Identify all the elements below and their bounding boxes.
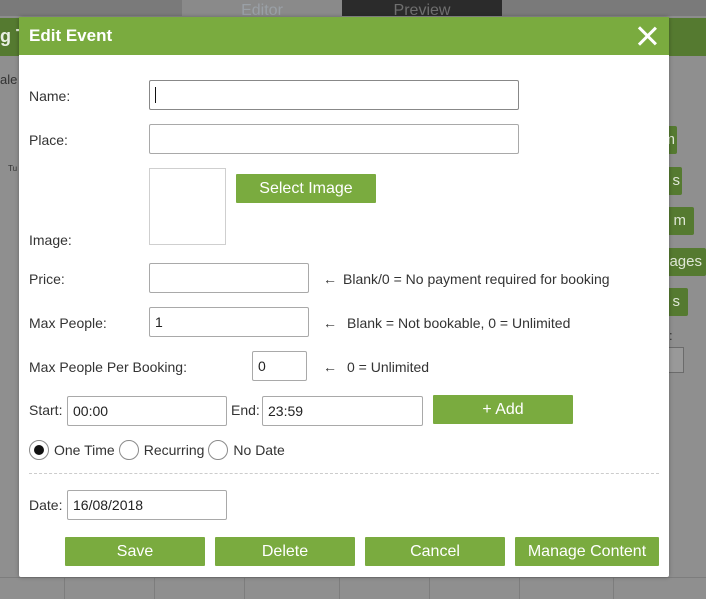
max-people-hint: ← Blank = Not bookable, 0 = Unlimited xyxy=(323,315,570,331)
left-arrow-icon: ← xyxy=(323,271,337,287)
radio-one-time[interactable]: One Time xyxy=(29,440,115,460)
price-hint-text: Blank/0 = No payment required for bookin… xyxy=(343,271,610,287)
background-tab-preview: Preview xyxy=(342,0,502,16)
dialog-header: Edit Event xyxy=(19,17,669,55)
place-input[interactable] xyxy=(149,124,519,154)
radio-one-time-label: One Time xyxy=(54,442,115,458)
end-label: End: xyxy=(231,402,260,418)
price-input[interactable] xyxy=(149,263,309,293)
image-preview xyxy=(149,168,226,245)
radio-no-date[interactable]: No Date xyxy=(208,440,285,460)
radio-button-checked[interactable] xyxy=(29,440,49,460)
radio-button[interactable] xyxy=(208,440,229,460)
cancel-button[interactable]: Cancel xyxy=(365,537,505,566)
delete-button[interactable]: Delete xyxy=(215,537,355,566)
radio-button[interactable] xyxy=(118,440,139,460)
select-image-button[interactable]: Select Image xyxy=(236,174,376,203)
price-label: Price: xyxy=(29,271,65,287)
background-left-tiny-text: Tu xyxy=(8,164,18,173)
manage-content-button[interactable]: Manage Content xyxy=(515,537,659,566)
background-bottom-row xyxy=(0,577,706,599)
max-people-hint-text: Blank = Not bookable, 0 = Unlimited xyxy=(347,315,571,331)
max-people-input[interactable] xyxy=(149,307,309,337)
max-per-booking-input[interactable] xyxy=(252,351,307,381)
save-button[interactable]: Save xyxy=(65,537,205,566)
price-hint: ← Blank/0 = No payment required for booki… xyxy=(323,271,610,287)
radio-no-date-label: No Date xyxy=(233,442,285,458)
background-grid-line xyxy=(64,577,65,599)
background-grid-line xyxy=(519,577,520,599)
image-label: Image: xyxy=(29,232,72,248)
date-input[interactable] xyxy=(67,490,227,520)
left-arrow-icon: ← xyxy=(323,359,337,375)
background-left-text: ale xyxy=(0,72,18,87)
background-left-panel xyxy=(0,56,20,599)
background-tab-editor: Editor xyxy=(182,0,342,16)
name-input[interactable] xyxy=(149,80,519,110)
radio-recurring[interactable]: Recurring xyxy=(118,440,205,460)
edit-event-dialog: Edit Event Name: Place: Select Image Ima… xyxy=(19,17,669,577)
max-per-booking-label: Max People Per Booking: xyxy=(29,359,187,375)
text-caret xyxy=(155,87,156,103)
background-right-select xyxy=(668,347,684,373)
background-grid-line xyxy=(429,577,430,599)
name-label: Name: xyxy=(29,88,71,104)
background-grid-line xyxy=(154,577,155,599)
place-label: Place: xyxy=(29,132,68,148)
close-icon[interactable] xyxy=(635,24,659,48)
background-grid-line xyxy=(613,577,614,599)
start-label: Start: xyxy=(29,402,63,418)
left-arrow-icon: ← xyxy=(323,315,337,331)
background-grid-line xyxy=(339,577,340,599)
max-people-label: Max People: xyxy=(29,315,107,331)
date-label: Date: xyxy=(29,497,63,513)
add-time-button[interactable]: + Add xyxy=(433,395,573,424)
max-per-booking-hint-text: 0 = Unlimited xyxy=(347,359,430,375)
end-time-input[interactable] xyxy=(262,396,423,426)
dialog-title: Edit Event xyxy=(29,26,113,45)
background-right-label: : xyxy=(669,328,673,343)
background-grid-line xyxy=(244,577,245,599)
recurrence-radio-group: One Time Recurring No Date xyxy=(29,439,289,461)
start-time-input[interactable] xyxy=(67,396,227,426)
max-per-booking-hint: ← 0 = Unlimited xyxy=(323,359,429,375)
radio-recurring-label: Recurring xyxy=(143,442,205,458)
section-divider xyxy=(29,473,659,474)
